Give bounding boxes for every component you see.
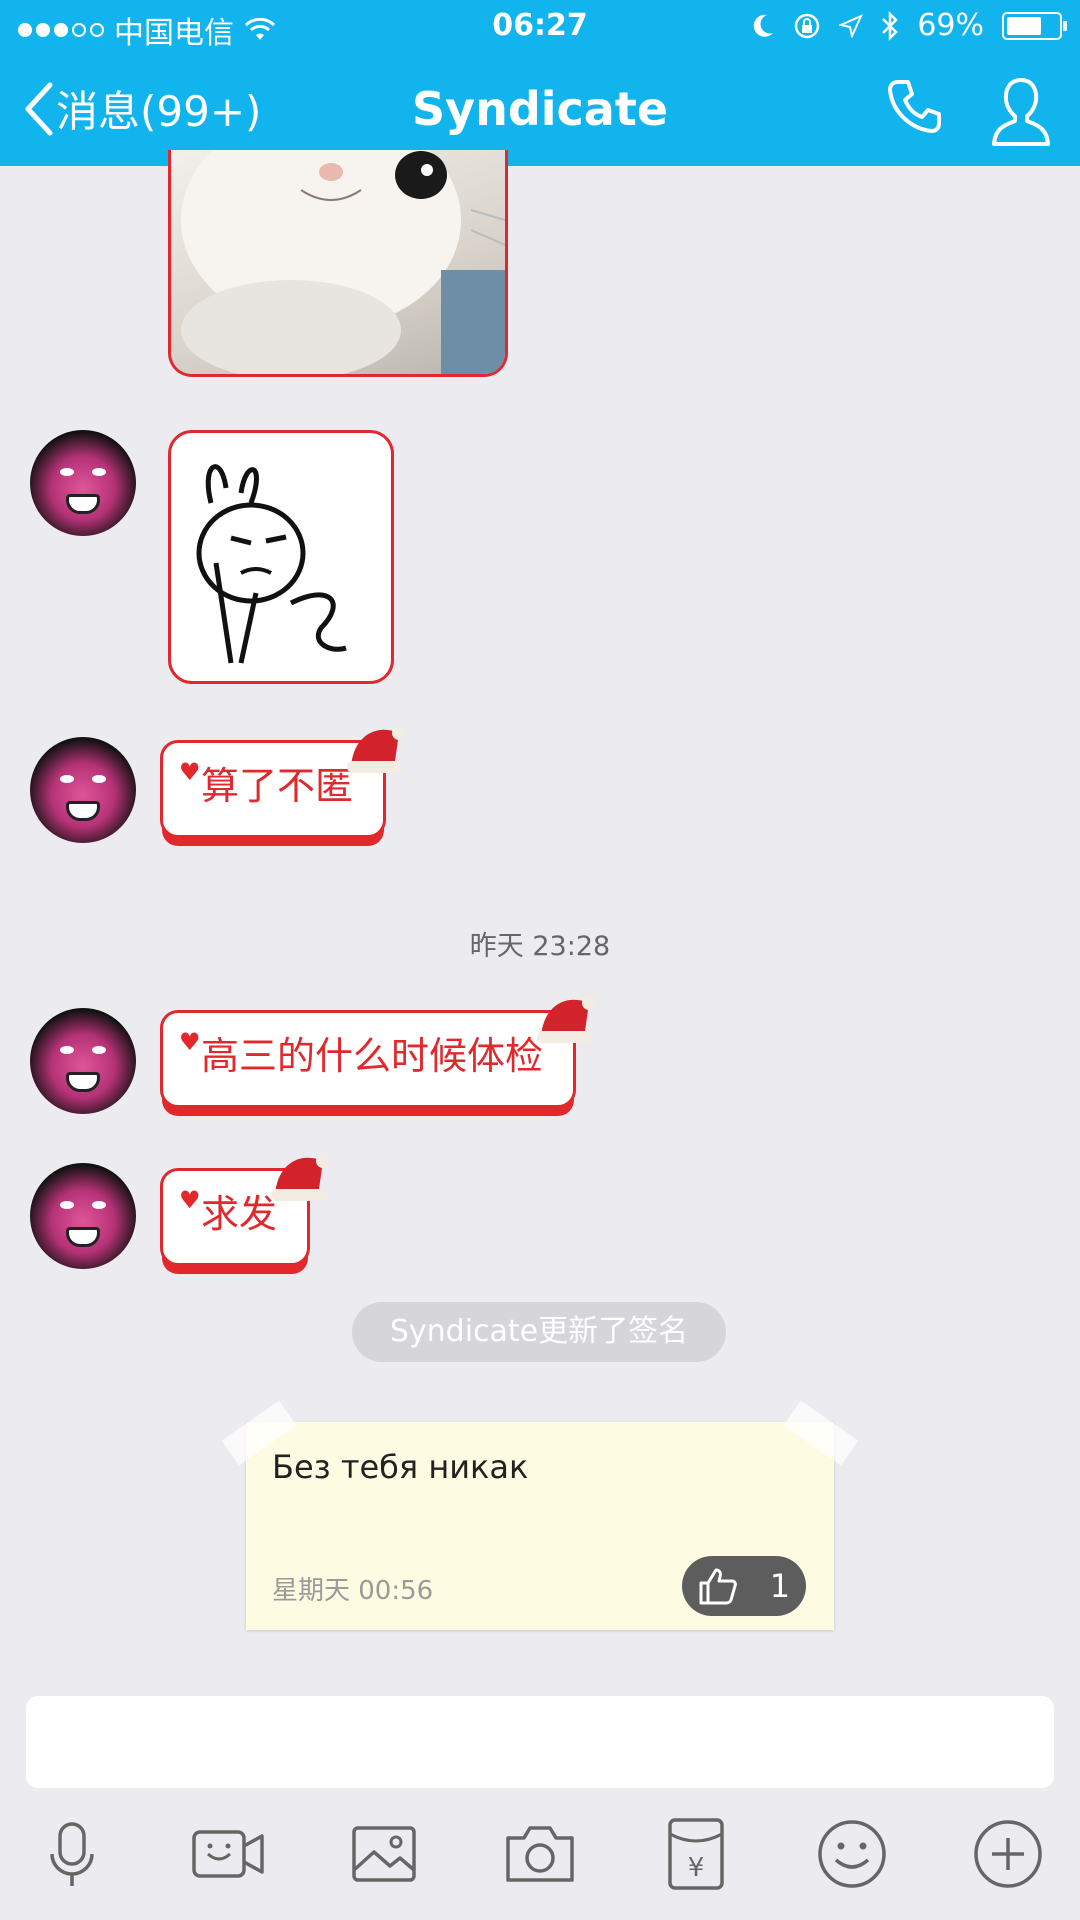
cat-face-image (181, 150, 505, 374)
profile-icon[interactable] (990, 76, 1052, 148)
battery-icon (1002, 11, 1067, 40)
heart-icon: ♥ (179, 1028, 201, 1056)
input-toolbar: ¥ (0, 1806, 1080, 1906)
battery-percent: 69% (917, 8, 984, 43)
text-message[interactable]: ♥ 求发 (160, 1154, 331, 1266)
signature-text: Без тебя никак (272, 1448, 529, 1486)
message-timestamp: 昨天 23:28 (469, 931, 611, 962)
text-message[interactable]: ♥ 高三的什么时候体检 (160, 996, 597, 1108)
status-right: 69% (751, 8, 1067, 43)
system-notice: Syndicate更新了签名 (352, 1302, 726, 1362)
avatar[interactable] (30, 737, 136, 843)
avatar[interactable] (30, 1163, 136, 1269)
status-bar: 中国电信 06:27 69% (0, 0, 1080, 54)
santa-hat-icon (537, 996, 597, 1043)
svg-text:¥: ¥ (688, 1853, 705, 1883)
image-message-sticker[interactable] (168, 430, 394, 684)
signature-date: 星期天 00:56 (272, 1576, 434, 1606)
emoji-icon[interactable] (814, 1816, 890, 1892)
input-area: ¥ (0, 1676, 1080, 1920)
avatar[interactable] (30, 430, 136, 536)
like-button[interactable]: 1 (682, 1556, 806, 1616)
santa-hat-icon (271, 1154, 331, 1201)
cat-photo (171, 150, 505, 374)
rabbit-sticker-image (196, 464, 347, 664)
text-message[interactable]: ♥ 算了不匿 (160, 726, 407, 838)
tape-decoration (783, 1400, 859, 1466)
camera-icon[interactable] (502, 1816, 578, 1892)
heart-icon: ♥ (179, 1186, 201, 1214)
bluetooth-icon (882, 10, 899, 41)
moon-icon (754, 14, 774, 37)
microphone-icon[interactable] (34, 1816, 110, 1892)
like-count: 1 (769, 1567, 791, 1605)
nav-bar: 消息(99+) Syndicate (0, 54, 1080, 166)
message-text: 求发 (201, 1192, 278, 1236)
thumbs-up-icon (699, 1568, 737, 1605)
avatar[interactable] (30, 1008, 136, 1114)
signature-card[interactable]: Без тебя никак 星期天 00:56 1 (221, 1400, 859, 1630)
message-text: 算了不匿 (201, 764, 354, 808)
message-input[interactable] (26, 1696, 1054, 1788)
message-text: 高三的什么时候体检 (201, 1034, 544, 1078)
heart-icon: ♥ (179, 758, 201, 786)
phone-icon[interactable] (884, 76, 944, 136)
red-packet-icon[interactable]: ¥ (658, 1816, 734, 1892)
video-call-icon[interactable] (190, 1816, 266, 1892)
plus-icon[interactable] (970, 1816, 1046, 1892)
image-message-cat[interactable] (168, 150, 508, 377)
location-icon (839, 13, 864, 38)
santa-hat-icon (347, 726, 407, 773)
image-icon[interactable] (346, 1816, 422, 1892)
top-bar: 中国电信 06:27 69% 消息(99+) Syndicate (0, 0, 1080, 166)
rotation-lock-icon (795, 13, 820, 38)
